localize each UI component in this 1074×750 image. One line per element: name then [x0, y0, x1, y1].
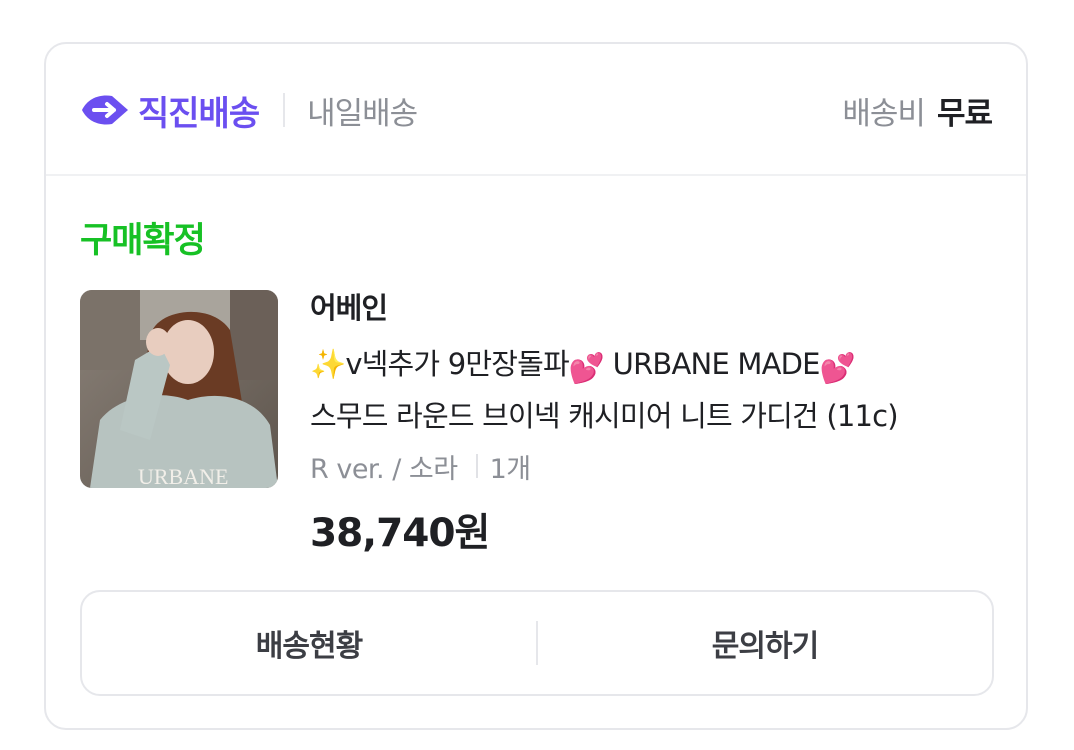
header-divider [283, 93, 286, 127]
option-value: R ver. / 소라 [310, 453, 458, 485]
product-price: 38,740원 [310, 511, 490, 556]
action-bar: 배송현황 문의하기 [80, 590, 994, 696]
heart-emoji-icon: 💕 [819, 351, 856, 385]
seller-name[interactable]: 어베인 [310, 288, 1010, 328]
product-name-line2: 스무드 라운드 브이넥 캐시미어 니트 가디건 (11c) [310, 399, 899, 433]
card-header: 직진배송 내일배송 배송비 무료 [46, 44, 1026, 176]
shipping-fee: 배송비 무료 [842, 84, 993, 136]
inquiry-button[interactable]: 문의하기 [538, 592, 992, 694]
order-status: 구매확정 [80, 221, 206, 261]
product-name-part1: v넥추가 9만장돌파 [345, 347, 569, 381]
secondary-label: 내일배송 [307, 95, 418, 132]
product-photo: URBANE [80, 290, 278, 488]
product-option: R ver. / 소라 1개 [310, 444, 1010, 488]
shipping-fee-label: 배송비 [842, 95, 926, 132]
delivery-type: 직진배송 내일배송 [80, 84, 418, 136]
quantity-value: 1개 [489, 453, 532, 485]
sparkle-emoji-icon: ✨ [310, 347, 346, 381]
shipping-fee-value: 무료 [936, 95, 993, 132]
product-thumbnail[interactable]: URBANE [80, 290, 278, 488]
product-name-part2: URBANE MADE [612, 347, 821, 381]
option-divider [475, 454, 478, 478]
brand-label: 직진배송 [138, 93, 260, 134]
heart-emoji-icon: 💕 [568, 351, 605, 385]
track-delivery-button[interactable]: 배송현황 [82, 592, 536, 694]
order-card: 직진배송 내일배송 배송비 무료 구매확정 URBANE 어베인 ✨v넥추가 9… [44, 42, 1028, 730]
product-info: 어베인 ✨v넥추가 9만장돌파💕 URBANE MADE💕 스무드 라운드 브이… [310, 288, 1010, 558]
thumbnail-watermark: URBANE [138, 464, 228, 488]
arrow-logo-icon [82, 95, 128, 125]
product-name[interactable]: ✨v넥추가 9만장돌파💕 URBANE MADE💕 스무드 라운드 브이넥 캐시… [310, 340, 1010, 440]
